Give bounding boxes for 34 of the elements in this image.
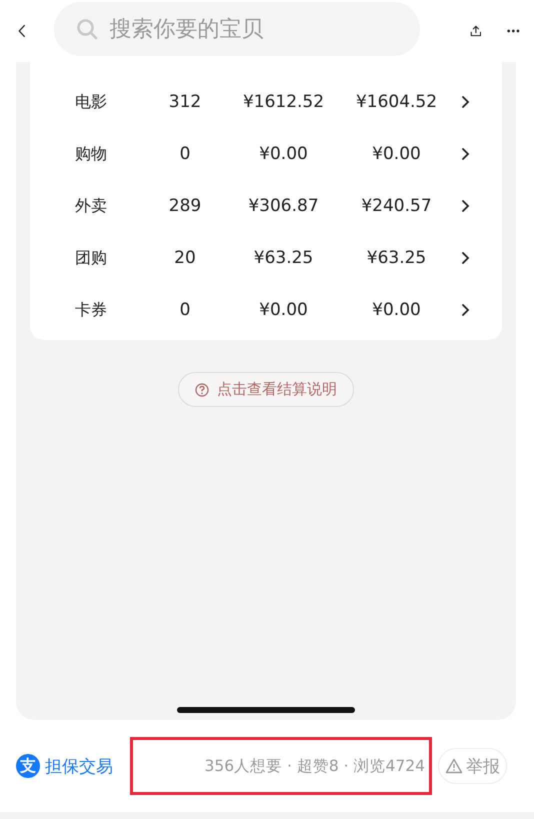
chevron-icon[interactable] (461, 199, 470, 213)
table-cell-text: 购物 (74, 144, 108, 164)
table-cell-text: 312 (168, 92, 202, 112)
more-icon[interactable] (507, 27, 520, 35)
table-cell-text: ¥0.00 (258, 300, 309, 320)
chevron-icon[interactable] (461, 95, 470, 109)
table-cell-text: ¥0.00 (371, 300, 422, 320)
chevron-icon[interactable] (461, 251, 470, 265)
stats-text: 356人想要 · 超赞8 · 浏览4724 (204, 756, 425, 776)
table-cell-text: 电影 (74, 92, 108, 112)
table-cell-text: 289 (168, 196, 202, 216)
guarantee-label: 担保交易 (45, 756, 113, 778)
table-cell-text: ¥63.25 (252, 248, 314, 268)
warning-icon (445, 758, 463, 774)
question-icon (195, 382, 209, 396)
table-cell-text: 卡券 (74, 300, 108, 320)
table-cell-text: 0 (178, 144, 192, 164)
table-cell-text: ¥63.25 (366, 248, 428, 268)
table-cell-text: ¥240.57 (360, 196, 433, 216)
search-field[interactable]: 搜索你要的宝贝 (54, 2, 420, 56)
table-cell-text: ¥0.00 (371, 144, 422, 164)
table-cell-text: 20 (173, 248, 197, 268)
help-button[interactable]: 点击查看结算说明 (178, 372, 354, 407)
table-cell-text: 0 (178, 300, 192, 320)
chevron-icon[interactable] (461, 147, 470, 161)
table-cell-text: 外卖 (74, 196, 108, 216)
table-cell-text: ¥1612.52 (242, 92, 326, 112)
table-cell-text: 团购 (74, 248, 108, 268)
payment-logo: 支 (16, 754, 40, 778)
table-cell-text: ¥306.87 (247, 196, 320, 216)
table-cell-text: ¥1604.52 (354, 92, 438, 112)
chevron-icon[interactable] (461, 303, 470, 317)
report-button[interactable]: 举报 (438, 748, 507, 784)
table-cell-text: ¥0.00 (258, 144, 309, 164)
